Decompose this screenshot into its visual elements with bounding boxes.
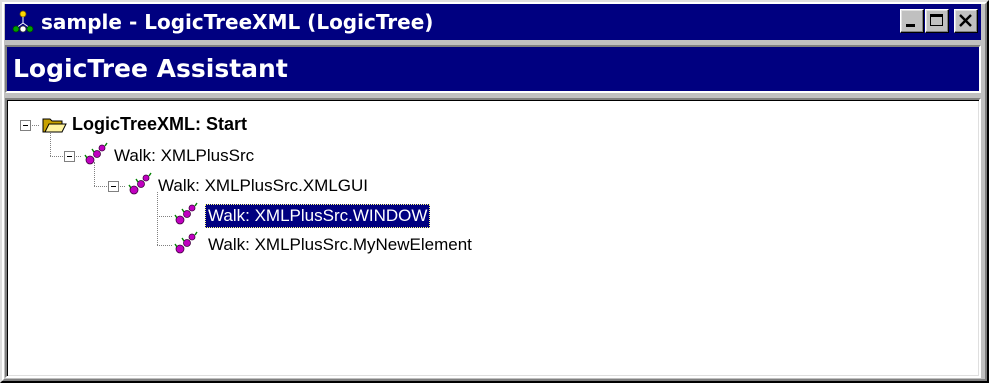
window-title: sample - LogicTreeXML (LogicTree) bbox=[41, 10, 434, 34]
tree-node-label: Walk: XMLPlusSrc.XMLGUI bbox=[158, 176, 369, 195]
assistant-banner: LogicTree Assistant bbox=[5, 45, 981, 93]
open-folder-icon bbox=[42, 118, 67, 133]
tree-connector bbox=[157, 216, 172, 217]
walk-icon bbox=[84, 142, 108, 165]
collapse-toggle[interactable] bbox=[20, 120, 31, 131]
app-logo-icon bbox=[12, 10, 34, 33]
close-button[interactable] bbox=[954, 9, 978, 33]
maximize-icon bbox=[930, 14, 943, 26]
walk-icon bbox=[174, 231, 198, 254]
tree-node-label: Walk: XMLPlusSrc.MyNewElement bbox=[208, 235, 472, 254]
maximize-button[interactable] bbox=[925, 9, 949, 33]
app-window: sample - LogicTreeXML (LogicTree) LogicT… bbox=[0, 0, 989, 383]
collapse-toggle[interactable] bbox=[108, 181, 119, 192]
tree-connector bbox=[157, 245, 172, 246]
walk-icon bbox=[128, 172, 152, 195]
close-icon bbox=[959, 14, 972, 27]
tree-node-label: Walk: XMLPlusSrc.WINDOW bbox=[205, 204, 431, 228]
banner-title: LogicTree Assistant bbox=[13, 54, 288, 83]
minimize-button[interactable] bbox=[900, 9, 924, 33]
title-bar[interactable]: sample - LogicTreeXML (LogicTree) bbox=[5, 4, 981, 40]
tree-node-label: LogicTreeXML: Start bbox=[72, 114, 248, 134]
walk-icon bbox=[174, 202, 198, 225]
logic-tree-view[interactable]: LogicTreeXML: Start Walk: XMLPlusSrc Wal… bbox=[5, 98, 981, 378]
collapse-toggle[interactable] bbox=[64, 151, 75, 162]
tree-node-label: Walk: XMLPlusSrc bbox=[114, 146, 255, 165]
minimize-icon bbox=[906, 24, 915, 27]
tree-connector bbox=[157, 192, 158, 245]
